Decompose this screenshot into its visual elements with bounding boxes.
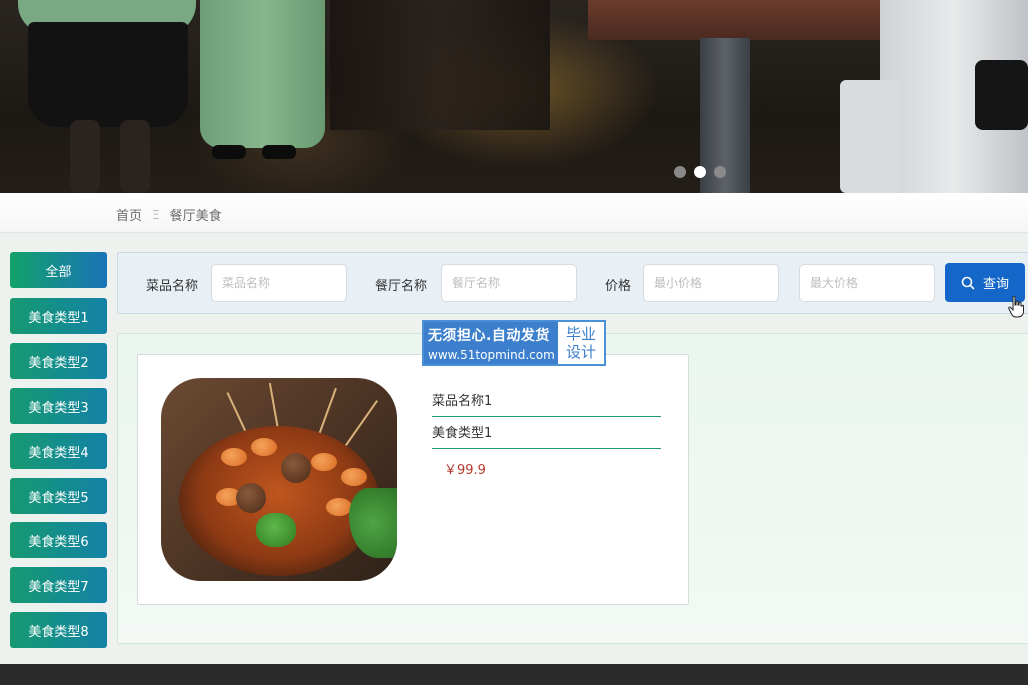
carousel-dot-2[interactable]	[694, 166, 706, 178]
watermark-right-bottom: 设计	[565, 343, 596, 361]
category-all-button[interactable]: 全部	[10, 252, 107, 288]
product-card[interactable]: 菜品名称1 美食类型1 ￥99.9	[137, 354, 689, 605]
image-detail	[311, 453, 337, 471]
banner-photo-detail	[28, 22, 188, 127]
category-button-7[interactable]: 美食类型7	[10, 567, 107, 603]
dish-name-input[interactable]	[211, 264, 347, 302]
search-filter-bar: 菜品名称 餐厅名称 价格 查询	[117, 252, 1028, 314]
search-button-label: 查询	[982, 277, 1009, 292]
dish-name-label: 菜品名称	[146, 279, 199, 294]
restaurant-name-input[interactable]	[441, 264, 577, 302]
carousel-dot-1[interactable]	[674, 166, 686, 178]
image-detail	[341, 468, 367, 486]
image-detail	[251, 438, 277, 456]
image-detail	[256, 513, 296, 547]
category-button-3[interactable]: 美食类型3	[10, 388, 107, 424]
banner-photo-detail	[588, 0, 883, 40]
banner-photo-detail	[840, 80, 900, 193]
watermark-line1: 无须担心.自动发货	[428, 327, 550, 344]
banner-photo-detail	[70, 120, 100, 193]
breadcrumb-separator: Ξ	[152, 207, 160, 222]
category-button-6[interactable]: 美食类型6	[10, 522, 107, 558]
breadcrumb-home[interactable]: 首页	[116, 205, 142, 224]
watermark-right: 毕业 设计	[558, 322, 604, 364]
page-footer	[0, 664, 1028, 685]
category-button-2[interactable]: 美食类型2	[10, 343, 107, 379]
price-label: 价格	[605, 279, 632, 294]
image-detail	[236, 483, 266, 513]
restaurant-name-label: 餐厅名称	[375, 279, 428, 294]
watermark-left: 无须担心.自动发货 www.51topmind.com	[424, 322, 558, 364]
banner-photo-detail	[262, 145, 296, 159]
search-icon	[961, 276, 975, 289]
banner-photo-detail	[212, 145, 246, 159]
breadcrumb: 首页 Ξ 餐厅美食	[116, 205, 222, 225]
banner-photo-detail	[200, 0, 325, 148]
carousel-dot-3[interactable]	[714, 166, 726, 178]
product-price: ￥99.9	[444, 463, 486, 478]
category-button-1[interactable]: 美食类型1	[10, 298, 107, 334]
category-button-5[interactable]: 美食类型5	[10, 478, 107, 514]
breadcrumb-current: 餐厅美食	[169, 209, 222, 224]
carousel-indicators	[674, 166, 726, 178]
product-name[interactable]: 菜品名称1	[432, 390, 661, 417]
max-price-input[interactable]	[799, 264, 935, 302]
banner-carousel[interactable]	[0, 0, 1028, 193]
min-price-input[interactable]	[643, 264, 779, 302]
image-detail	[221, 448, 247, 466]
category-button-8[interactable]: 美食类型8	[10, 612, 107, 648]
watermark-line2: www.51topmind.com	[428, 347, 555, 362]
product-type: 美食类型1	[432, 422, 661, 449]
hand-cursor-icon	[1008, 296, 1024, 318]
banner-photo-detail	[330, 0, 550, 130]
breadcrumb-bar: 首页 Ξ 餐厅美食	[0, 193, 1028, 233]
watermark-badge: 无须担心.自动发货 www.51topmind.com 毕业 设计	[422, 320, 606, 366]
banner-photo-detail	[120, 120, 150, 193]
image-detail	[281, 453, 311, 483]
product-image[interactable]	[161, 378, 397, 581]
banner-photo-detail	[975, 60, 1028, 130]
watermark-right-top: 毕业	[565, 325, 596, 343]
category-button-4[interactable]: 美食类型4	[10, 433, 107, 469]
